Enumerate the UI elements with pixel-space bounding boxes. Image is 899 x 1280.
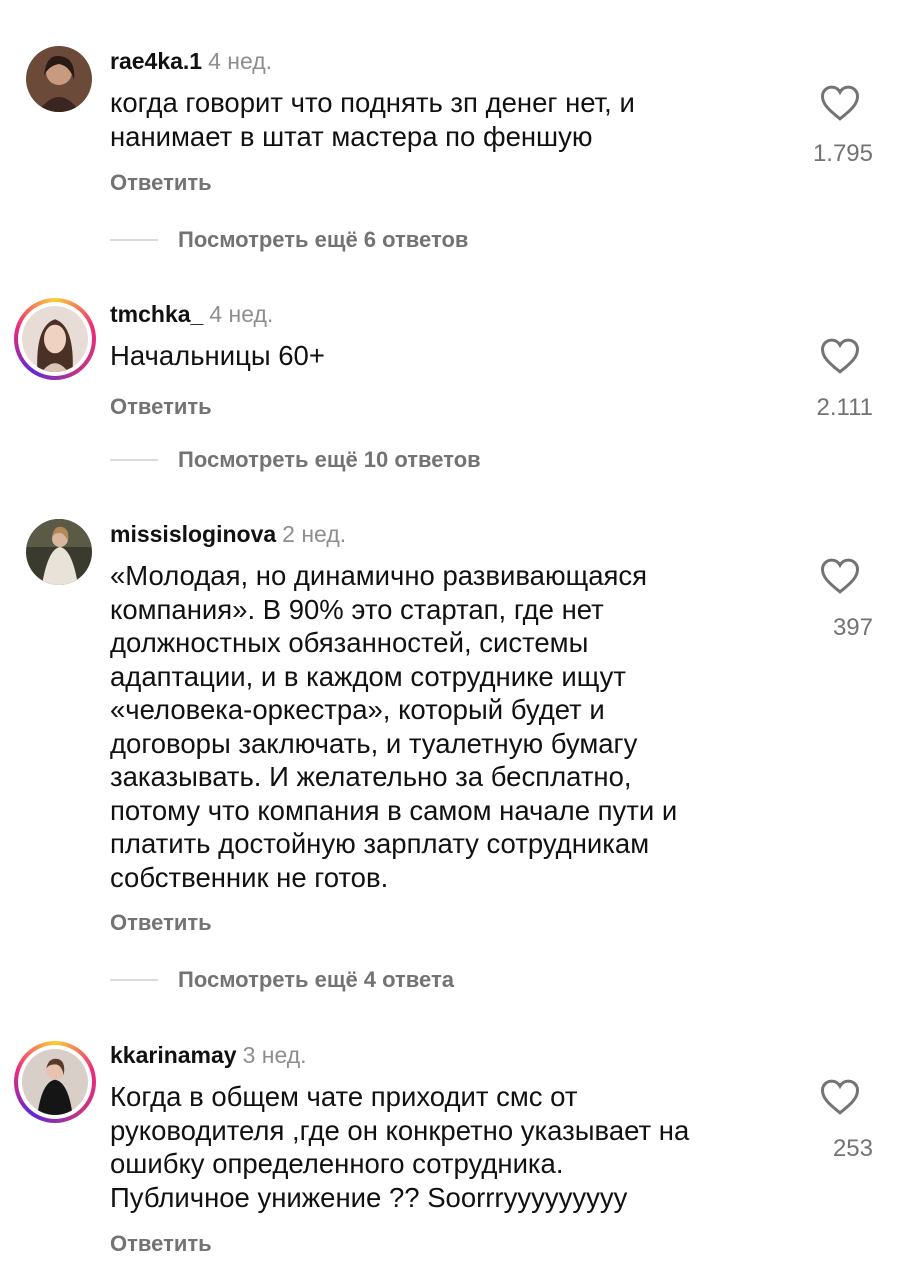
comment-meta: rae4ka.1 4 нед. [110,46,272,76]
like-count: 397 [832,614,873,641]
divider [110,979,158,981]
divider [110,239,158,241]
reply-button[interactable]: Ответить [110,1231,212,1257]
view-replies-button[interactable]: Посмотреть ещё 4 ответа [110,965,454,995]
avatar-photo [22,1049,88,1115]
heart-outline-icon[interactable] [820,337,860,375]
avatar[interactable] [14,298,96,380]
reply-button[interactable]: Ответить [110,394,212,420]
comment-meta: kkarinamay 3 нед. [110,1040,307,1070]
avatar[interactable] [14,1041,96,1123]
view-replies-label: Посмотреть ещё 6 ответов [178,227,469,252]
reply-button[interactable]: Ответить [110,910,212,936]
like-count: 2.111 [816,394,874,421]
username[interactable]: kkarinamay [110,1042,237,1068]
username[interactable]: missisloginova [110,521,276,547]
comment-text: Когда в общем чате приходит смс от руков… [110,1081,690,1213]
avatar-photo [26,46,92,112]
username[interactable]: tmchka_ [110,301,203,327]
comment-time: 3 нед. [242,1042,307,1068]
avatar[interactable] [26,519,92,585]
divider [110,459,158,461]
comment-time: 2 нед. [282,521,347,547]
username[interactable]: rae4ka.1 [110,48,202,74]
comment-text: Начальницы 60+ [110,340,325,371]
reply-button[interactable]: Ответить [110,170,212,196]
view-replies-button[interactable]: Посмотреть ещё 6 ответов [110,225,468,255]
avatar-photo [22,306,88,372]
heart-outline-icon[interactable] [820,1078,860,1116]
avatar-photo [26,519,92,585]
heart-outline-icon[interactable] [820,557,860,595]
comment-time: 4 нед. [209,301,274,327]
view-replies-button[interactable]: Посмотреть ещё 10 ответов [110,445,481,475]
view-replies-label: Посмотреть ещё 10 ответов [178,447,481,472]
comment-time: 4 нед. [208,48,273,74]
comment-meta: missisloginova 2 нед. [110,519,346,549]
comment-meta: tmchka_ 4 нед. [110,299,273,329]
heart-outline-icon[interactable] [820,84,860,122]
comment-text: когда говорит что поднять зп денег нет, … [110,87,635,152]
avatar[interactable] [26,46,92,112]
view-replies-label: Посмотреть ещё 4 ответа [178,967,454,992]
like-count: 253 [832,1135,873,1162]
comment-text: «Молодая, но динамично развивающаяся ком… [110,560,678,893]
like-count: 1.795 [812,140,873,167]
